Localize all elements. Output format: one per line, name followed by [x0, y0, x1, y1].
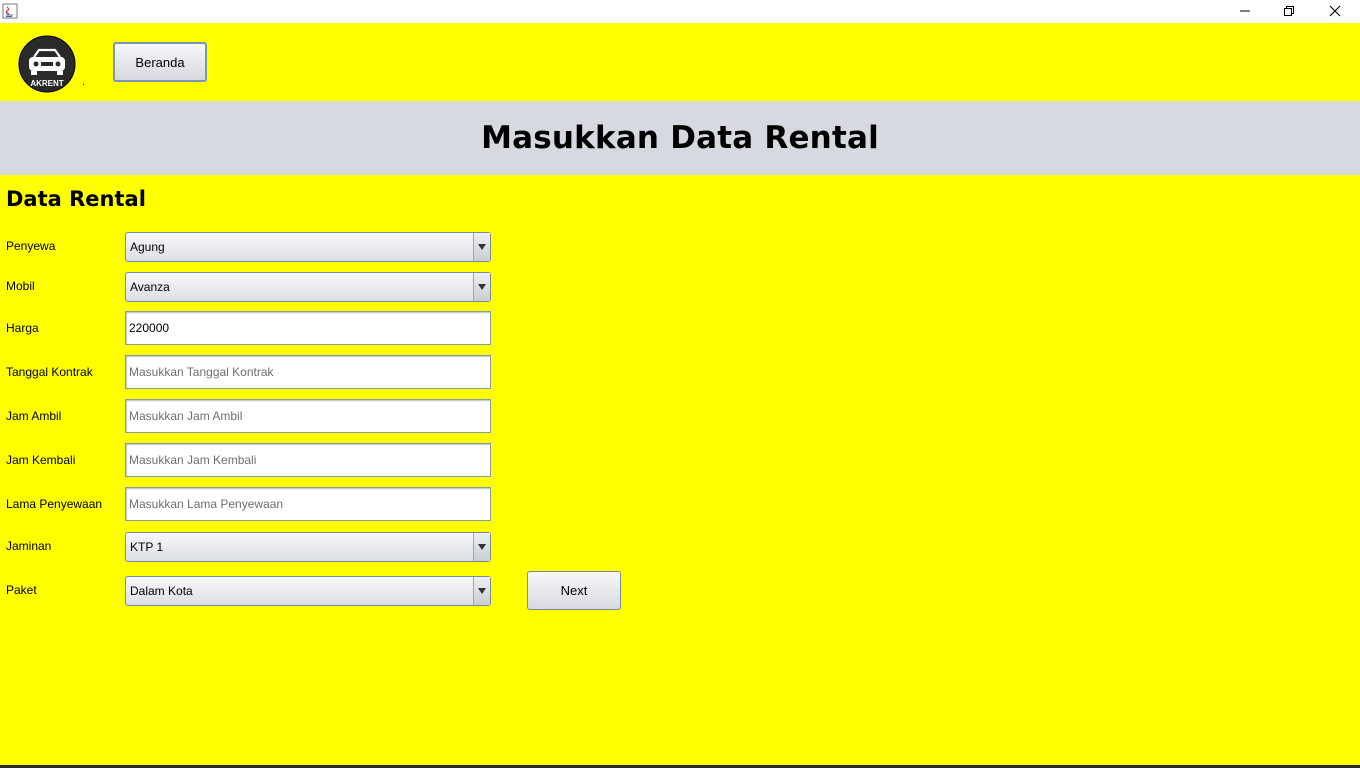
harga-label: Harga [6, 321, 39, 335]
paket-label: Paket [6, 583, 37, 597]
penyewa-value: Agung [130, 240, 165, 254]
harga-input[interactable] [126, 312, 490, 344]
java-app-icon [2, 3, 18, 19]
next-button[interactable]: Next [527, 571, 621, 610]
beranda-button[interactable]: Beranda [113, 42, 207, 82]
penyewa-label: Penyewa [6, 239, 56, 253]
jaminan-label: Jaminan [6, 539, 52, 553]
mobil-combobox[interactable]: Avanza [125, 272, 491, 302]
mobil-label: Mobil [6, 279, 35, 293]
tanggal-kontrak-field-wrap [125, 355, 491, 389]
lama-penyewaan-input[interactable] [126, 488, 490, 520]
page-title: Masukkan Data Rental [481, 120, 879, 156]
logo-text: AKRENT [30, 79, 63, 88]
paket-combobox[interactable]: Dalam Kota [125, 576, 491, 606]
close-icon[interactable] [1312, 0, 1358, 22]
lama-penyewaan-label: Lama Penyewaan [6, 497, 103, 511]
jam-ambil-input[interactable] [126, 400, 490, 432]
jaminan-value: KTP 1 [130, 540, 164, 554]
lama-penyewaan-field-wrap [125, 487, 491, 521]
dropdown-arrow-icon[interactable] [473, 533, 490, 561]
app-header: AKRENT . Beranda [0, 23, 1360, 101]
dropdown-arrow-icon[interactable] [473, 273, 490, 301]
restore-icon[interactable] [1266, 0, 1312, 22]
window-titlebar [0, 0, 1360, 23]
jam-kembali-input[interactable] [126, 444, 490, 476]
harga-field-wrap [125, 311, 491, 345]
jaminan-combobox[interactable]: KTP 1 [125, 532, 491, 562]
jam-kembali-label: Jam Kembali [6, 453, 76, 467]
minimize-icon[interactable] [1222, 0, 1268, 22]
jam-ambil-label: Jam Ambil [6, 409, 62, 423]
penyewa-combobox[interactable]: Agung [125, 232, 491, 262]
mobil-value: Avanza [130, 280, 170, 294]
tanggal-kontrak-label: Tanggal Kontrak [6, 365, 93, 379]
page-banner: Masukkan Data Rental [0, 101, 1360, 175]
header-dot: . [82, 77, 85, 88]
car-logo-icon: AKRENT [18, 35, 76, 93]
paket-value: Dalam Kota [130, 584, 193, 598]
jam-kembali-field-wrap [125, 443, 491, 477]
dropdown-arrow-icon[interactable] [473, 577, 490, 605]
jam-ambil-field-wrap [125, 399, 491, 433]
tanggal-kontrak-input[interactable] [126, 356, 490, 388]
section-title: Data Rental [6, 187, 146, 211]
dropdown-arrow-icon[interactable] [473, 233, 490, 261]
